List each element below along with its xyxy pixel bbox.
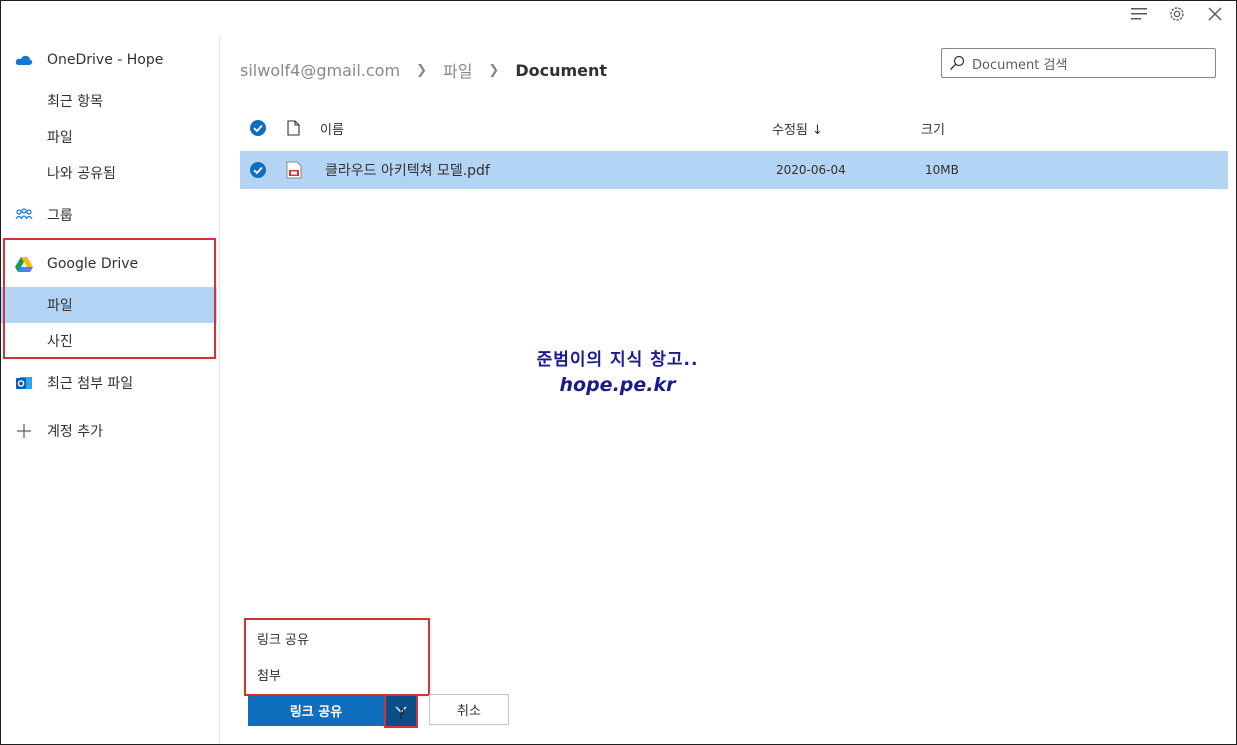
sidebar-item-add-account[interactable]: 계정 추가 [1, 413, 217, 449]
sidebar-item-label: 최근 항목 [47, 94, 103, 110]
plus-icon [1, 423, 47, 439]
search-placeholder: Document 검색 [972, 57, 1068, 73]
list-header: 이름 수정됨 ↓ 크기 [240, 113, 1228, 143]
sidebar-item-recent-attachments[interactable]: 최근 첨부 파일 [1, 365, 217, 401]
sidebar-item-onedrive[interactable]: OneDrive - Hope [1, 42, 217, 78]
sidebar-item-label: 최근 첨부 파일 [47, 376, 134, 392]
sidebar-item-groups[interactable]: 그룹 [1, 197, 217, 233]
watermark: 준범이의 지식 창고.. hope.pe.kr [500, 345, 735, 396]
cloud-icon [1, 54, 47, 66]
window-toolbar [1129, 4, 1225, 24]
outlook-icon [1, 375, 47, 391]
share-options-menu: 링크 공유 첨부 [246, 620, 428, 694]
column-modified[interactable]: 수정됨 ↓ [772, 113, 823, 143]
chevron-right-icon: ❯ [416, 62, 427, 78]
sidebar-item-google-drive[interactable]: Google Drive [1, 246, 217, 282]
google-drive-icon [1, 256, 47, 272]
close-icon[interactable] [1205, 4, 1225, 24]
file-type-icon [287, 113, 300, 143]
sidebar-item-label: 파일 [47, 130, 73, 146]
sidebar-item-label: Google Drive [47, 256, 139, 272]
row-checkbox[interactable] [249, 151, 267, 189]
pdf-file-icon [286, 151, 302, 189]
sidebar-item-label: 파일 [47, 298, 73, 314]
sidebar-item-label: 사진 [47, 334, 73, 350]
menu-lines-icon[interactable] [1129, 4, 1149, 24]
gear-icon[interactable] [1167, 4, 1187, 24]
column-name[interactable]: 이름 [320, 113, 344, 143]
watermark-line1: 준범이의 지식 창고.. [536, 350, 699, 370]
sidebar-item-google-photos[interactable]: 사진 [1, 323, 217, 359]
table-row[interactable]: 클라우드 아키텍쳐 모델.pdf 2020-06-04 10MB [240, 151, 1228, 189]
chevron-down-icon [395, 706, 407, 719]
sidebar-item-recent[interactable]: 최근 항목 [1, 83, 217, 119]
groups-icon [1, 208, 47, 222]
sidebar: OneDrive - Hope 최근 항목 파일 나와 공유됨 그룹 Googl… [1, 36, 220, 744]
file-size: 10MB [925, 163, 959, 177]
file-modified: 2020-06-04 [776, 163, 846, 177]
share-link-button[interactable]: 링크 공유 [248, 695, 384, 726]
breadcrumb-current: Document [515, 60, 608, 80]
sidebar-item-files[interactable]: 파일 [1, 119, 217, 155]
menu-item-share-link[interactable]: 링크 공유 [246, 620, 428, 656]
sidebar-item-label: 나와 공유됨 [47, 166, 116, 182]
sidebar-item-google-files[interactable]: 파일 [1, 287, 217, 323]
column-size[interactable]: 크기 [921, 113, 945, 143]
sidebar-item-label: 그룹 [47, 208, 73, 224]
search-icon [942, 55, 972, 71]
sidebar-item-label: OneDrive - Hope [47, 52, 164, 68]
share-options-dropdown-button[interactable] [386, 695, 416, 726]
breadcrumb-account[interactable]: silwolf4@gmail.com [240, 61, 400, 80]
sidebar-item-shared[interactable]: 나와 공유됨 [1, 155, 217, 191]
breadcrumb: silwolf4@gmail.com ❯ 파일 ❯ Document [240, 58, 607, 82]
menu-item-attach[interactable]: 첨부 [246, 656, 428, 692]
select-all-checkbox[interactable] [249, 113, 267, 143]
file-name[interactable]: 클라우드 아키텍쳐 모델.pdf [325, 151, 490, 189]
chevron-right-icon: ❯ [488, 62, 500, 78]
search-input[interactable]: Document 검색 [941, 48, 1216, 78]
breadcrumb-folder[interactable]: 파일 [443, 58, 472, 82]
sidebar-item-label: 계정 추가 [47, 424, 103, 440]
cancel-button[interactable]: 취소 [429, 694, 509, 725]
watermark-line2: hope.pe.kr [559, 374, 676, 396]
